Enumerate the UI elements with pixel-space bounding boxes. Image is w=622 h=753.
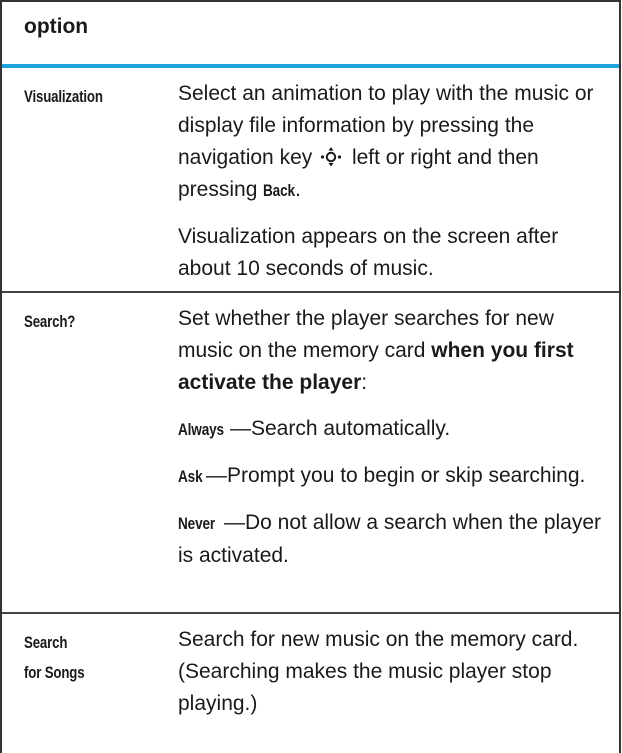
desc-visualization: Select an animation to play with the mus… <box>178 78 603 299</box>
desc-paragraph: Visualization appears on the screen afte… <box>178 225 559 280</box>
table-row-search: Search? Set whether the player searches … <box>2 293 619 614</box>
desc-text: . <box>295 178 301 201</box>
option-text: —Search automatically. <box>230 417 451 440</box>
term-line: for Songs <box>24 663 85 682</box>
term-visualization: Visualization <box>24 87 103 106</box>
option-always: Always —Search automatically. <box>178 413 603 446</box>
desc-paragraph: Set whether the player searches for new … <box>178 303 603 399</box>
term-search: Search? <box>24 312 76 331</box>
term-line: Search <box>24 633 68 652</box>
navigation-key-icon <box>321 147 342 167</box>
desc-paragraph: Search for new music on the memory card.… <box>178 628 579 715</box>
options-table: option Visualization Select an animation… <box>0 0 621 753</box>
table-row-visualization: Visualization Select an animation to pla… <box>2 68 619 293</box>
term-search-for-songs: Search for Songs <box>24 628 125 688</box>
option-text: —Do not allow a search when the player i… <box>178 511 602 567</box>
desc-search-for-songs: Search for new music on the memory card.… <box>178 624 603 734</box>
table-header: option <box>2 2 619 68</box>
desc-paragraph: Select an animation to play with the mus… <box>178 78 603 207</box>
option-text: —Prompt you to begin or skip searching. <box>206 464 586 487</box>
key-never: Never <box>178 514 216 533</box>
key-always: Always <box>178 420 224 439</box>
option-never: Never —Do not allow a search when the pla… <box>178 507 603 572</box>
header-option-label: option <box>24 15 89 38</box>
table-row-search-for-songs: Search for Songs Search for new music on… <box>2 614 619 734</box>
desc-search: Set whether the player searches for new … <box>178 303 603 586</box>
option-ask: Ask —Prompt you to begin or skip searchin… <box>178 460 603 493</box>
key-ask: Ask <box>178 467 203 486</box>
desc-text: : <box>361 371 368 394</box>
key-back: Back <box>263 181 296 200</box>
